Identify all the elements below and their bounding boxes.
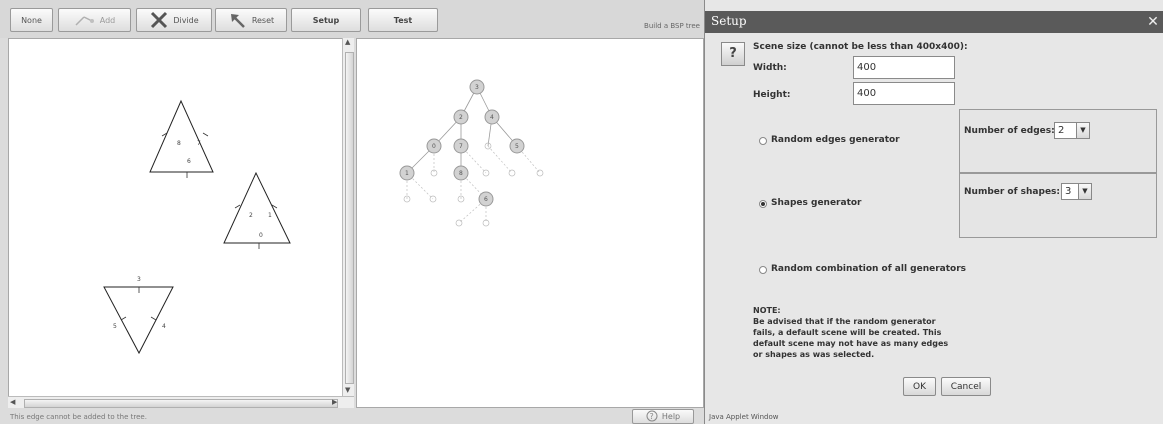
edge-label: 8 (177, 140, 181, 147)
tree-node-label: 0 (432, 143, 436, 150)
edge-label: 4 (162, 323, 166, 330)
tree-node-label: 6 (484, 196, 488, 203)
number-of-edges-value: 2 (1058, 125, 1065, 136)
height-label: Height: (753, 90, 791, 100)
scroll-left-icon[interactable]: ◀ (10, 398, 15, 406)
tree-nodes: 3 2 4 0 7 5 1 8 6 (399, 79, 525, 207)
status-message: This edge cannot be added to the tree. (10, 413, 147, 421)
tree-node-label: 1 (405, 170, 409, 177)
random-combination-radio[interactable] (759, 266, 767, 274)
random-edges-label: Random edges generator (771, 135, 900, 145)
tree-node-label: 8 (459, 170, 463, 177)
scene-triangle[interactable] (149, 99, 214, 173)
random-edges-radio[interactable] (759, 137, 767, 145)
ok-button[interactable]: OK (903, 377, 936, 396)
toolbar: None Add Divide Reset Setup Test Build a… (0, 0, 704, 38)
note-line: default scene may not have as many edges (753, 339, 949, 348)
tree-node-label: 7 (459, 143, 463, 150)
number-of-shapes-label: Number of shapes: (964, 187, 1061, 197)
chevron-down-icon[interactable]: ▼ (1076, 123, 1089, 138)
bsp-tree-drawing: 3 2 4 0 7 5 1 8 6 (399, 79, 544, 227)
number-of-shapes-select[interactable]: 3 ▼ (1061, 183, 1092, 200)
none-button-label: None (21, 15, 42, 25)
applet-window-footer: Java Applet Window (709, 413, 779, 421)
horizontal-scroll-thumb[interactable] (24, 399, 338, 408)
edges-settings-panel: Number of edges: 2 ▼ (959, 109, 1157, 173)
normal-arrow (120, 287, 157, 321)
tree-node-label: 2 (459, 114, 463, 121)
applet-title: Build a BSP tree (644, 22, 700, 30)
reset-arrow-icon (228, 11, 248, 29)
dialog-title: Setup (711, 14, 747, 28)
tree-dashed-edges (406, 145, 541, 224)
scroll-up-icon[interactable]: ▲ (345, 38, 350, 46)
svg-text:?: ? (649, 412, 653, 421)
scene-triangle[interactable] (103, 286, 174, 355)
scroll-right-icon[interactable]: ▶ (332, 398, 337, 406)
scene-drawing: 8 7 6 2 1 0 3 5 4 (103, 99, 291, 355)
note-text: NOTE: Be advised that if the random gene… (753, 305, 963, 360)
normal-arrow (161, 132, 209, 178)
height-field[interactable]: 400 (853, 82, 955, 105)
dialog-title-bar[interactable]: Setup ✕ (705, 11, 1163, 33)
tree-node-label: 3 (475, 84, 479, 91)
add-button-label: Add (99, 15, 116, 25)
note-line: or shapes as was selected. (753, 350, 875, 359)
setup-button[interactable]: Setup (291, 8, 361, 32)
test-button-label: Test (393, 15, 413, 25)
width-field[interactable]: 400 (853, 56, 955, 79)
tree-node-label: 4 (490, 114, 494, 121)
bsp-tree-canvas: 3 2 4 0 7 5 1 8 6 (356, 38, 704, 408)
vertical-scroll-thumb[interactable] (345, 52, 354, 384)
edge-label: 1 (268, 212, 272, 219)
add-button[interactable]: Add (58, 8, 131, 32)
edge-label: 6 (187, 158, 191, 165)
add-edge-icon (74, 13, 96, 27)
scene-triangle[interactable] (223, 171, 291, 244)
edge-label: 5 (113, 323, 117, 330)
number-of-edges-label: Number of edges: (964, 126, 1055, 136)
reset-button-label: Reset (251, 15, 275, 25)
question-icon: ? (721, 42, 745, 66)
divide-button[interactable]: Divide (136, 8, 212, 32)
divide-button-label: Divide (173, 15, 199, 25)
chevron-down-icon[interactable]: ▼ (1078, 184, 1091, 199)
shapes-settings-panel: Number of shapes: 3 ▼ (959, 173, 1157, 238)
test-button[interactable]: Test (368, 8, 438, 32)
edge-label: 7 (197, 140, 201, 147)
scene-size-label: Scene size (cannot be less than 400x400)… (753, 42, 968, 52)
none-button[interactable]: None (10, 8, 53, 32)
shapes-generator-label: Shapes generator (771, 198, 862, 208)
random-combination-label: Random combination of all generators (771, 264, 967, 274)
shapes-generator-radio[interactable] (759, 200, 767, 208)
number-of-edges-select[interactable]: 2 ▼ (1054, 122, 1090, 139)
edge-label: 3 (137, 276, 141, 283)
help-button-label: Help (661, 412, 681, 421)
setup-button-label: Setup (312, 15, 340, 25)
scene-vertical-scrollbar[interactable]: ▲ ▼ (342, 38, 354, 398)
cancel-button[interactable]: Cancel (941, 377, 991, 396)
tree-edges (406, 86, 518, 174)
note-title: NOTE: (753, 306, 781, 315)
note-line: fails, a default scene will be created. … (753, 328, 942, 337)
number-of-shapes-value: 3 (1065, 186, 1072, 197)
scene-horizontal-scrollbar[interactable]: ◀ ▶ (8, 396, 354, 408)
help-button[interactable]: ? Help (632, 409, 694, 424)
edge-label: 0 (259, 232, 263, 239)
note-line: Be advised that if the random generator (753, 317, 936, 326)
setup-dialog: Setup ✕ ? Scene size (cannot be less tha… (704, 0, 1163, 424)
scroll-down-icon[interactable]: ▼ (345, 386, 350, 394)
close-icon[interactable]: ✕ (1144, 13, 1162, 31)
scissors-icon (149, 11, 169, 29)
scene-canvas[interactable]: 8 7 6 2 1 0 3 5 4 (8, 38, 354, 408)
tree-node-label: 5 (515, 143, 519, 150)
reset-button[interactable]: Reset (215, 8, 287, 32)
edge-label: 2 (249, 212, 253, 219)
help-icon: ? (646, 410, 658, 424)
width-label: Width: (753, 63, 787, 73)
